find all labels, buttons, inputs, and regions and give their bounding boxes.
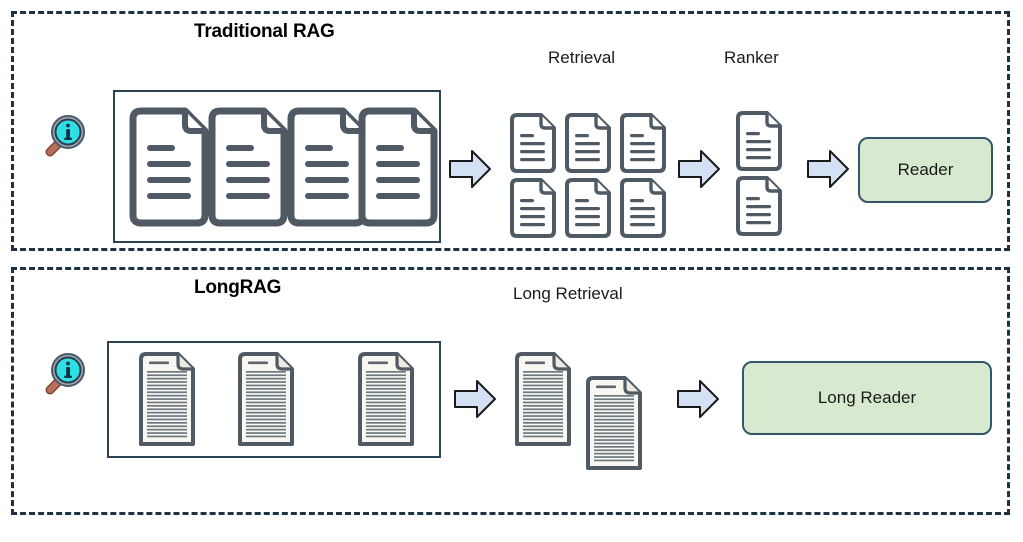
- long-document-icon: [235, 350, 297, 450]
- document-icon: [734, 175, 784, 237]
- arrow-right-icon: [805, 147, 851, 191]
- arrow-right-icon: [676, 147, 722, 191]
- diagram-canvas: Traditional RAG Retrieval Ranker Reader …: [0, 0, 1023, 542]
- document-icon: [563, 112, 613, 174]
- long-document-icon: [355, 350, 417, 450]
- long-document-icon: [136, 350, 198, 450]
- magnifier-info-icon: [41, 110, 91, 160]
- stage-label-retrieval: Retrieval: [548, 48, 616, 67]
- long-document-icon: [583, 374, 645, 474]
- stage-label-ranker: Ranker: [724, 48, 779, 67]
- arrow-right-icon: [447, 147, 493, 191]
- long-document-icon: [512, 350, 574, 450]
- stage-label-long-retrieval: Long Retrieval: [513, 284, 623, 303]
- document-icon: [204, 105, 292, 229]
- arrow-right-icon: [675, 377, 721, 421]
- document-icon: [563, 177, 613, 239]
- arrow-right-icon: [452, 377, 498, 421]
- reader-box-traditional: Reader: [858, 137, 993, 203]
- document-icon: [508, 112, 558, 174]
- document-icon: [125, 105, 213, 229]
- document-icon: [354, 105, 442, 229]
- panel-title-traditional-rag: Traditional RAG: [194, 21, 335, 42]
- panel-title-longrag: LongRAG: [194, 277, 282, 298]
- reader-box-longrag: Long Reader: [742, 361, 992, 435]
- document-icon: [618, 177, 668, 239]
- magnifier-info-icon: [41, 348, 91, 398]
- document-icon: [508, 177, 558, 239]
- document-icon: [618, 112, 668, 174]
- document-icon: [734, 110, 784, 172]
